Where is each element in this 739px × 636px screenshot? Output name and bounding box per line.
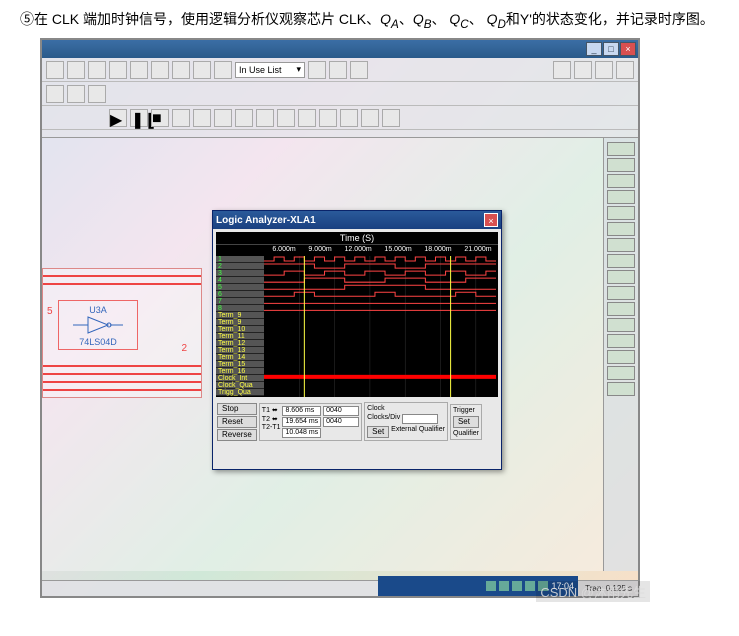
instrument-icon[interactable] [607, 254, 635, 268]
toolbar-btn[interactable] [256, 109, 274, 127]
trigger-group: Trigger Set Qualifier [450, 404, 482, 440]
time-axis-ticks: 6.000m 9.000m 12.000m 15.000m 18.000m 21… [216, 245, 498, 254]
instruction-text: ⑤在 CLK 端加时钟信号，使用逻辑分析仪观察芯片 CLK、QA、QB、 QC、… [0, 0, 739, 38]
toolbar-btn[interactable] [235, 109, 253, 127]
toolbar-btn[interactable] [574, 61, 592, 79]
instrument-icon[interactable] [607, 382, 635, 396]
toolbar-btn[interactable] [151, 61, 169, 79]
tray-icon[interactable] [486, 581, 496, 591]
analyzer-display[interactable]: Time (S) 6.000m 9.000m 12.000m 15.000m 1… [216, 232, 498, 397]
analyzer-titlebar[interactable]: Logic Analyzer-XLA1 × [213, 211, 501, 229]
toolbar-btn[interactable] [88, 85, 106, 103]
toolbar-btn[interactable] [67, 61, 85, 79]
toolbar-btn[interactable] [553, 61, 571, 79]
instrument-icon[interactable] [607, 302, 635, 316]
step-button[interactable] [172, 109, 190, 127]
toolbar-btn[interactable] [46, 85, 64, 103]
toolbar-row-1: In Use List▾ [42, 58, 638, 82]
trigger-set-button[interactable]: Set [453, 416, 479, 428]
waveform-area[interactable] [264, 256, 496, 397]
component-list-dropdown[interactable]: In Use List▾ [235, 62, 305, 78]
instrument-icon[interactable] [607, 142, 635, 156]
toolbar-btn[interactable] [193, 61, 211, 79]
simulation-toolbar: ▶ ❚❚ ■ [42, 106, 638, 130]
instrument-icon[interactable] [607, 190, 635, 204]
stop-button[interactable]: Stop [217, 403, 257, 415]
clock-group: Clock Clocks/Div Set External Qualifier [364, 402, 448, 441]
minimize-button[interactable]: _ [586, 42, 602, 56]
instrument-icon[interactable] [607, 286, 635, 300]
toolbar-btn[interactable] [214, 61, 232, 79]
chip-part: 74LS04D [63, 337, 133, 347]
tray-icon[interactable] [499, 581, 509, 591]
pin-number: 2 [181, 343, 187, 354]
instrument-icon[interactable] [607, 334, 635, 348]
toolbar-btn[interactable] [214, 109, 232, 127]
toolbar-btn[interactable] [298, 109, 316, 127]
instrument-icon[interactable] [607, 158, 635, 172]
winxp-titlebar: _ □ × [42, 40, 638, 58]
toolbar-btn[interactable] [595, 61, 613, 79]
tray-icon[interactable] [512, 581, 522, 591]
time-axis-label: Time (S) [216, 232, 498, 245]
channel-labels: 1 2 3 4 5 6 7 8 Term_9 Term_9 Term_10 Te… [216, 256, 264, 397]
instrument-icon[interactable] [607, 174, 635, 188]
delta-value: 10.048 ms [282, 428, 321, 438]
bus-label: 5 [47, 306, 53, 317]
chip-ref: U3A [63, 305, 133, 315]
toolbar-btn[interactable] [193, 109, 211, 127]
toolbar-area: In Use List▾ ▶ ❚❚ ■ [42, 58, 638, 138]
toolbar-btn[interactable] [361, 109, 379, 127]
instruments-sidebar [603, 138, 638, 571]
toolbar-btn[interactable] [319, 109, 337, 127]
toolbar-btn[interactable] [109, 61, 127, 79]
toolbar-row-2 [42, 82, 638, 106]
toolbar-btn[interactable] [308, 61, 326, 79]
reset-button[interactable]: Reset [217, 416, 257, 428]
toolbar-btn[interactable] [329, 61, 347, 79]
gate-u3a[interactable]: U3A 74LS04D [58, 300, 138, 350]
toolbar-btn[interactable] [88, 61, 106, 79]
schematic-fragment: 5 U3A 74LS04D 2 [42, 268, 202, 398]
toolbar-btn[interactable] [350, 61, 368, 79]
toolbar-btn[interactable] [172, 61, 190, 79]
cursor-readout: T1 ⬌ T2 ⬌ T2-T1 8.606 ms 19.654 ms 10.04… [259, 403, 362, 441]
screenshot-photo: _ □ × In Use List▾ [0, 38, 660, 608]
toolbar-btn[interactable] [67, 85, 85, 103]
toolbar-btn[interactable] [340, 109, 358, 127]
toolbar-btn[interactable] [277, 109, 295, 127]
reverse-button[interactable]: Reverse [217, 429, 257, 441]
inverter-icon [68, 315, 128, 335]
stop-button[interactable]: ■ [151, 109, 169, 127]
toolbar-btn[interactable] [130, 61, 148, 79]
pause-button[interactable]: ❚❚ [130, 109, 148, 127]
csdn-watermark: CSDN @沐雨先生 [536, 581, 650, 602]
monitor-screen: _ □ × In Use List▾ [40, 38, 640, 598]
instrument-icon[interactable] [607, 222, 635, 236]
maximize-button[interactable]: □ [603, 42, 619, 56]
logic-analyzer-window: Logic Analyzer-XLA1 × Time (S) 6.000m 9.… [212, 210, 502, 470]
instrument-icon[interactable] [607, 270, 635, 284]
instrument-icon[interactable] [607, 206, 635, 220]
t1-value: 8.606 ms [282, 406, 321, 416]
instrument-icon[interactable] [607, 366, 635, 380]
instrument-icon[interactable] [607, 350, 635, 364]
play-button[interactable]: ▶ [109, 109, 127, 127]
set-button[interactable]: Set [367, 426, 389, 438]
instrument-icon[interactable] [607, 318, 635, 332]
toolbar-btn[interactable] [382, 109, 400, 127]
analyzer-controls: Stop Reset Reverse T1 ⬌ T2 ⬌ T2-T1 8.606… [213, 400, 501, 444]
close-button[interactable]: × [620, 42, 636, 56]
t2-value: 19.654 ms [282, 417, 321, 427]
instrument-icon[interactable] [607, 238, 635, 252]
analyzer-title: Logic Analyzer-XLA1 [216, 215, 316, 226]
clocks-div-input[interactable] [402, 414, 438, 424]
toolbar-btn[interactable] [616, 61, 634, 79]
analyzer-close-button[interactable]: × [484, 213, 498, 227]
toolbar-btn[interactable] [46, 61, 64, 79]
tray-icon[interactable] [525, 581, 535, 591]
